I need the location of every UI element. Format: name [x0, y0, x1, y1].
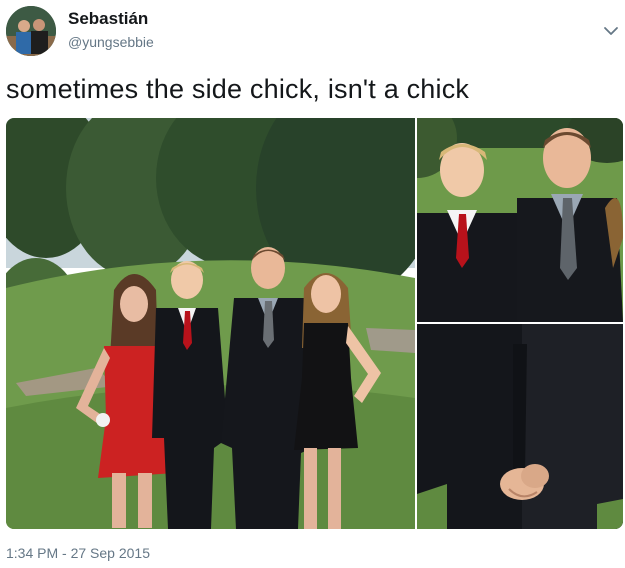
group-photo[interactable] [6, 118, 415, 529]
media-grid [6, 118, 623, 529]
display-name[interactable]: Sebastián [68, 9, 148, 29]
avatar[interactable] [6, 6, 56, 56]
tweet-timestamp[interactable]: 1:34 PM - 27 Sep 2015 [6, 545, 150, 561]
user-handle[interactable]: @yungsebbie [68, 34, 154, 50]
crop-hands-photo[interactable] [417, 324, 623, 529]
crop-faces-photo[interactable] [417, 118, 623, 322]
chevron-down-icon[interactable] [600, 20, 622, 42]
tweet-text: sometimes the side chick, isn't a chick [6, 74, 470, 104]
